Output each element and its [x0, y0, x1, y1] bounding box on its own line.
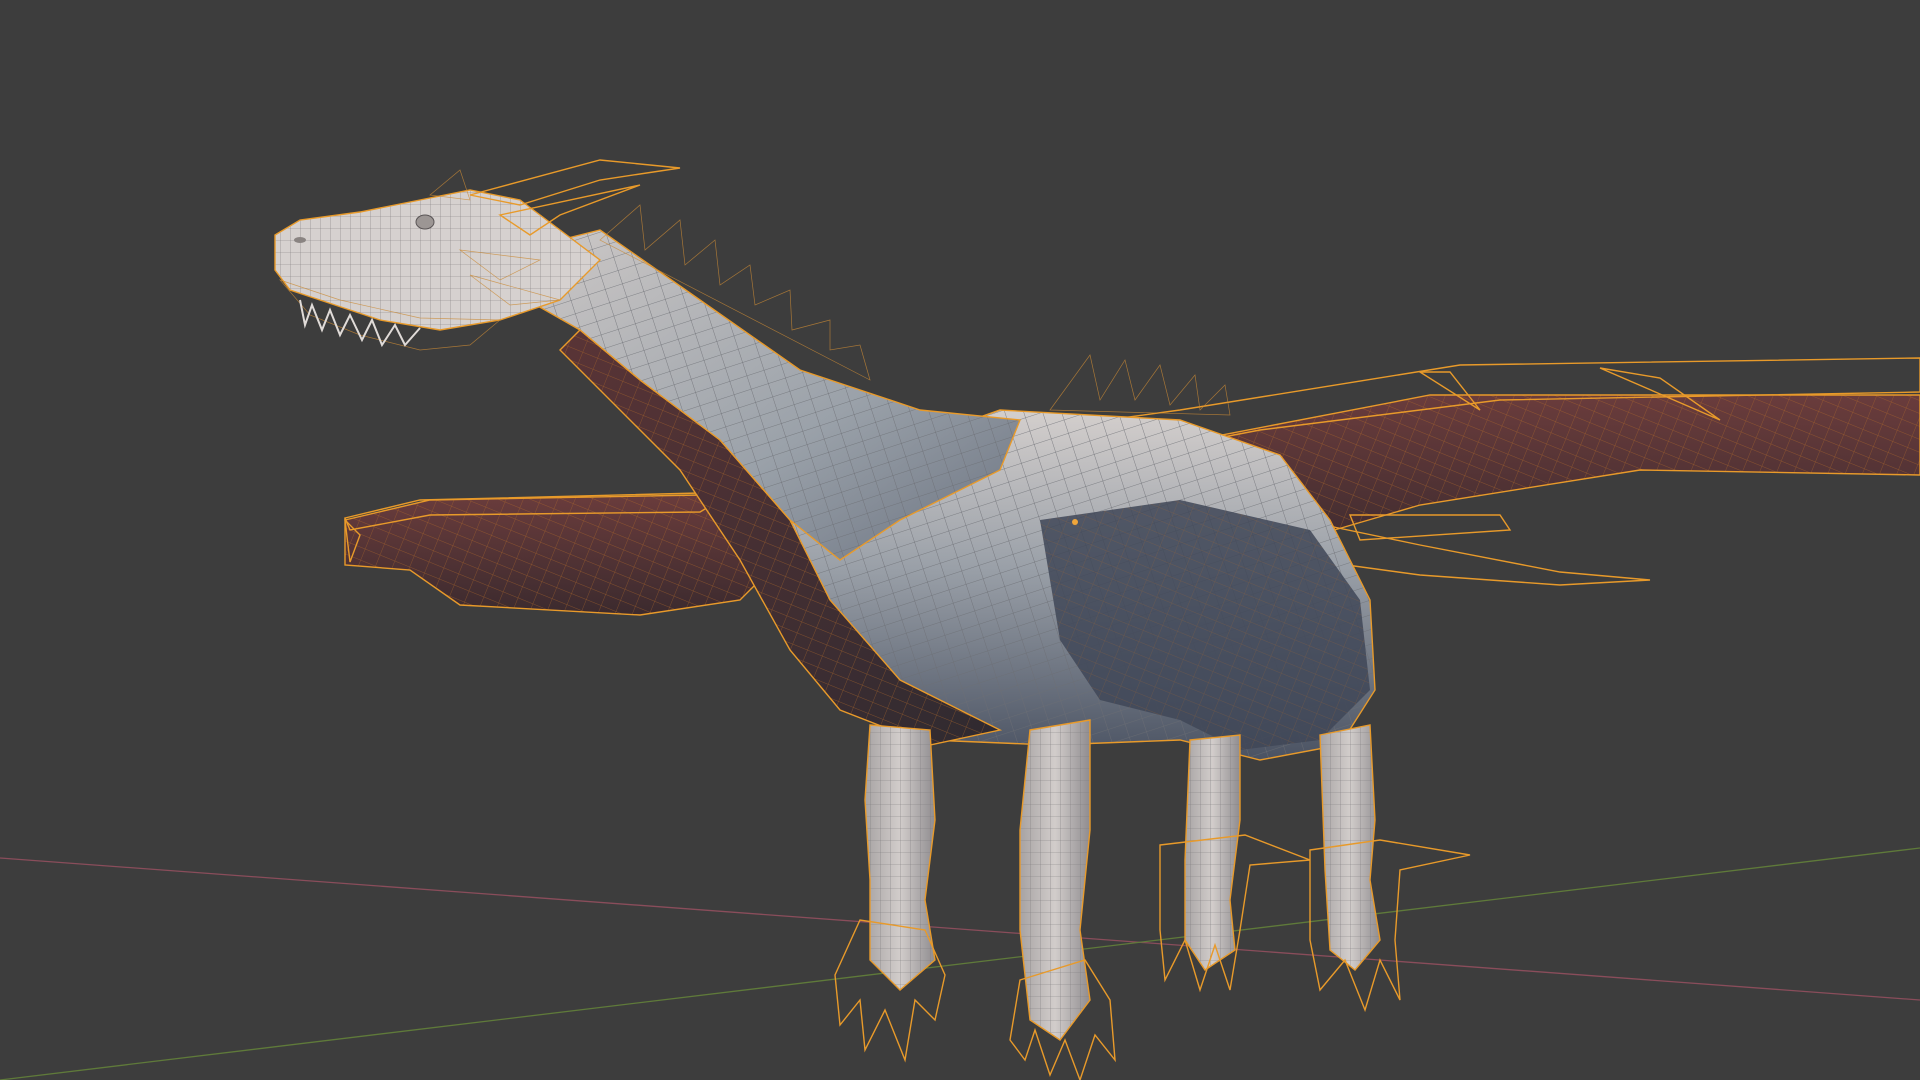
object-origin-point[interactable]: [1072, 519, 1078, 525]
back-leg-near[interactable]: [1309, 724, 1471, 1013]
back-leg-far[interactable]: [1159, 734, 1311, 993]
viewport-scene[interactable]: [0, 0, 1920, 1080]
dragon-eye: [415, 214, 435, 230]
grid-y-axis: [0, 847, 1920, 1080]
grid-x-axis: [0, 857, 1920, 1001]
dragon-nostril: [294, 237, 306, 243]
front-leg-far[interactable]: [834, 724, 946, 1063]
dragon-mesh[interactable]: [274, 159, 1920, 1080]
3d-viewport[interactable]: [0, 0, 1920, 1080]
front-leg-near[interactable]: [1009, 719, 1116, 1080]
